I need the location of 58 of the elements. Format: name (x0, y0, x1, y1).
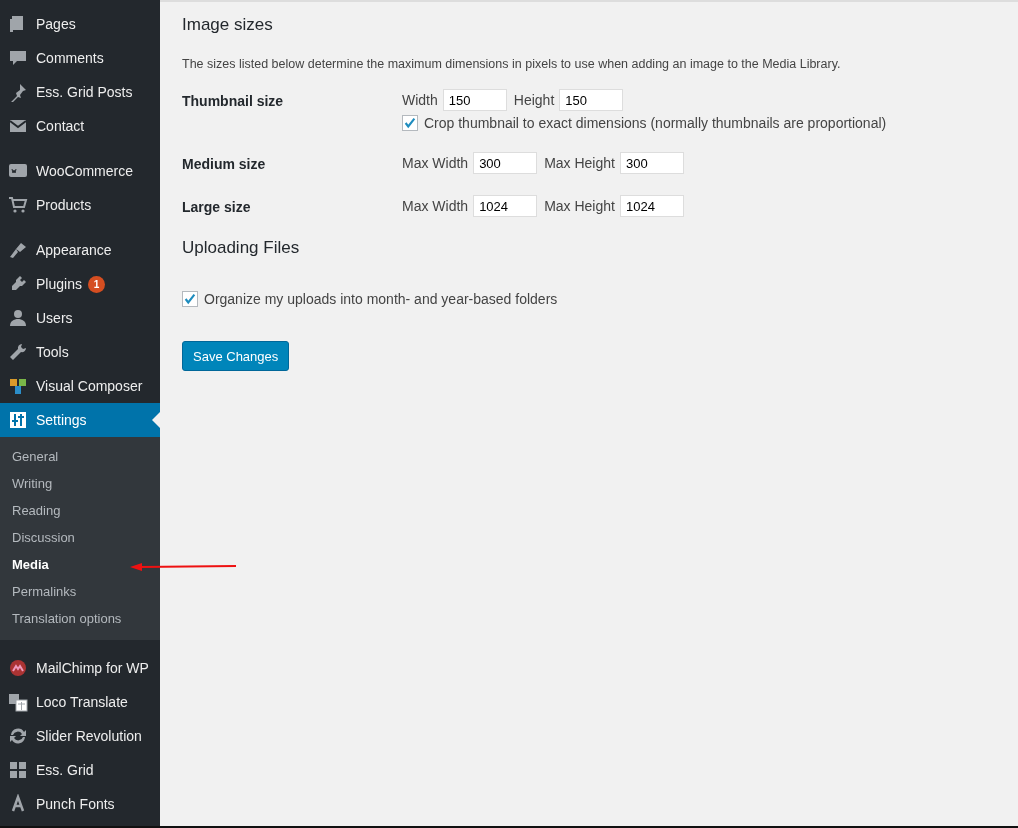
input-label: Width (402, 92, 438, 108)
checkbox[interactable] (402, 115, 418, 131)
section-title: Uploading Files (182, 238, 301, 259)
menu-item[interactable]: Plugins 1 (0, 267, 160, 301)
submenu-item[interactable]: Translation options (0, 605, 160, 632)
menu-item[interactable]: Settings (0, 403, 160, 437)
menu-item[interactable]: Punch Fonts (0, 787, 160, 821)
submenu-item[interactable]: Discussion (0, 524, 160, 551)
section-description: The sizes listed below determine the maximum dimensions in pixels to use when adding an image to the Media Library. (182, 57, 842, 71)
number-field[interactable]: 150 (559, 89, 624, 111)
menu-item[interactable]: Tools (0, 335, 160, 369)
translate-icon (8, 692, 28, 712)
field-label: Medium size (182, 155, 267, 174)
menu-item[interactable]: MailChimp for WP (0, 651, 160, 685)
menu-item[interactable]: Pages (0, 7, 160, 41)
input-label: Max Height (544, 198, 615, 214)
checkbox-label: Organize my uploads into month- and year-based folders (204, 291, 558, 307)
count-badge: 1 (87, 275, 105, 293)
input-label: Max Height (544, 155, 615, 171)
number-field[interactable]: 150 (442, 89, 507, 111)
field-label: Thumbnail size (182, 92, 285, 111)
menu-item[interactable]: Ess. Grid (0, 753, 160, 787)
menu-item[interactable]: Loco Translate (0, 685, 160, 719)
brush-icon (8, 240, 28, 260)
refresh-icon (8, 726, 28, 746)
menu-item[interactable]: Comments (0, 41, 160, 75)
menu-item[interactable]: Visual Composer (0, 369, 160, 403)
save-button[interactable]: Save Changes (182, 341, 290, 371)
grid-icon (8, 760, 28, 780)
menu-item[interactable]: Appearance (0, 233, 160, 267)
cubes-icon (8, 376, 28, 396)
input-label: Max Width (402, 155, 469, 171)
wrench-icon (8, 342, 28, 362)
menu-item[interactable]: Products (0, 188, 160, 222)
section-title: Image sizes (182, 15, 274, 36)
submenu-item[interactable]: General (0, 443, 160, 470)
menu-item[interactable]: Ess. Grid Posts (0, 75, 160, 109)
menu-item[interactable]: Contact (0, 109, 160, 143)
input-label: Max Width (402, 198, 469, 214)
menu-item[interactable]: WooCommerce (0, 154, 160, 188)
submenu-item[interactable]: Permalinks (0, 578, 160, 605)
submenu-item[interactable]: Writing (0, 470, 160, 497)
field-label: Large size (182, 198, 252, 217)
sliders-icon (8, 410, 28, 430)
checkbox-label: Crop thumbnail to exact dimensions (normally thumbnails are proportional) (424, 115, 887, 131)
menu-item[interactable]: Users (0, 301, 160, 335)
number-field[interactable]: 1024 (473, 195, 538, 217)
number-field[interactable]: 300 (473, 152, 538, 174)
comment-icon (8, 48, 28, 68)
number-field[interactable]: 1024 (619, 195, 684, 217)
menu-item[interactable]: Slider Revolution (0, 719, 160, 753)
submenu-item[interactable]: Media (0, 551, 160, 578)
submenu-item[interactable]: Reading (0, 497, 160, 524)
cart-icon (8, 195, 28, 215)
user-icon (8, 308, 28, 328)
input-label: Height (513, 92, 555, 108)
checkbox[interactable] (182, 291, 198, 307)
number-field[interactable]: 300 (619, 152, 684, 174)
